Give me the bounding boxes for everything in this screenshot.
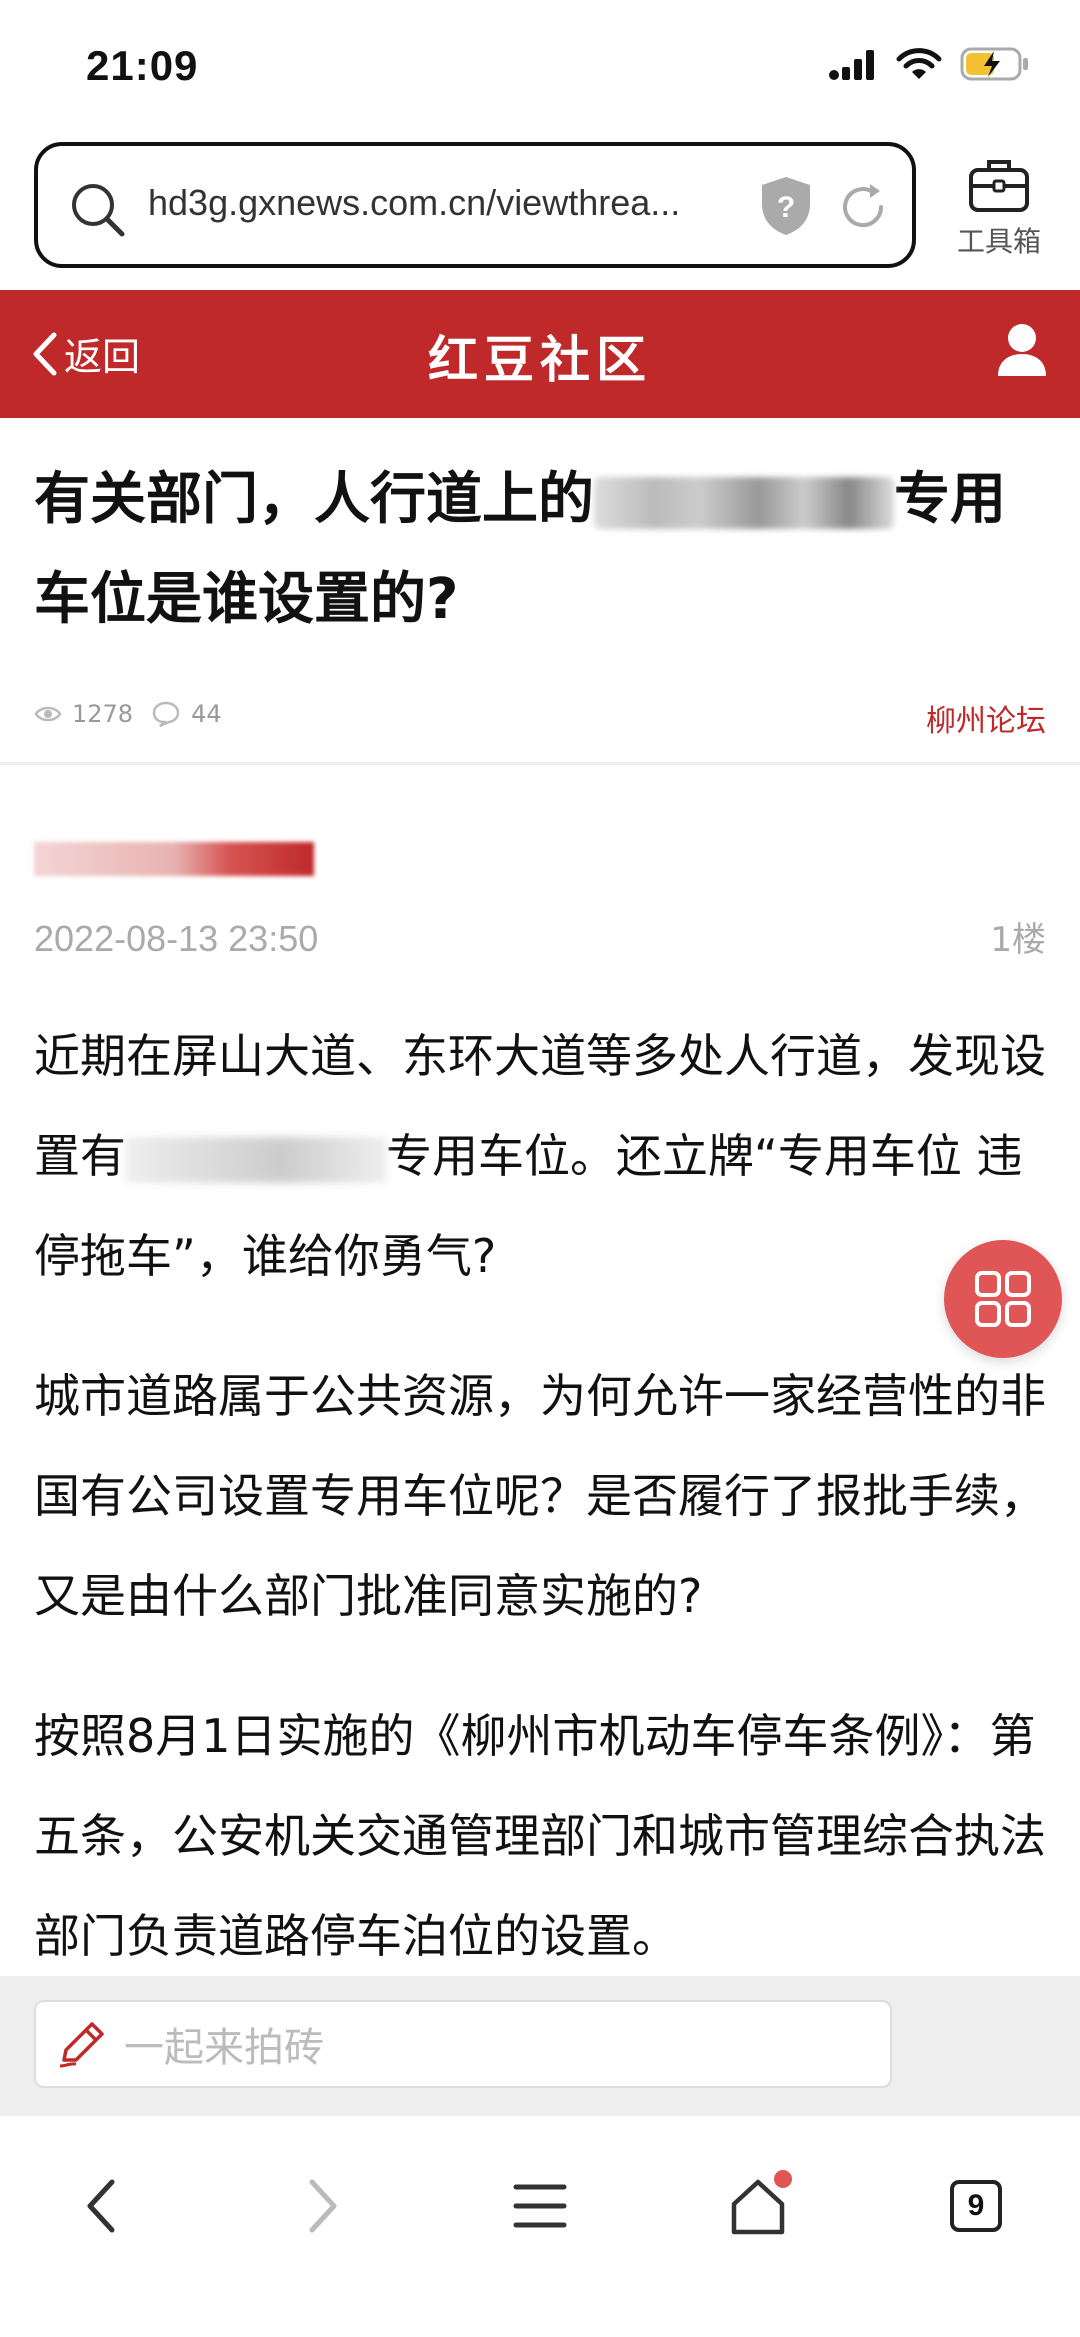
comment-count: 44 xyxy=(191,700,222,728)
comment-icon xyxy=(152,701,180,728)
browser-toolbar: hd3g.gxnews.com.cn/viewthrea... ? 工具箱 xyxy=(0,138,1080,278)
status-bar: 21:09 xyxy=(0,0,1080,130)
search-icon xyxy=(72,184,125,237)
post-paragraph-2: 城市道路属于公共资源，为何允许一家经营性的非国有公司设置专用车位呢？是否履行了报… xyxy=(34,1369,1046,1623)
post-date: 2022-08-13 23:50 xyxy=(34,918,319,959)
nav-forward-button[interactable] xyxy=(272,2166,372,2246)
site-title: 红豆社区 xyxy=(428,331,652,389)
url-text[interactable]: hd3g.gxnews.com.cn/viewthrea... xyxy=(148,182,768,224)
redacted-text-segment xyxy=(126,1136,386,1183)
pencil-icon xyxy=(59,2022,104,2068)
comment-bar: 一起来拍砖 xyxy=(0,1976,1080,2116)
wifi-icon xyxy=(896,48,942,79)
status-time: 21:09 xyxy=(86,42,199,89)
nav-tabs-button[interactable]: 9 xyxy=(926,2166,1026,2246)
security-shield-icon[interactable]: ? xyxy=(758,174,814,238)
comment-input[interactable]: 一起来拍砖 xyxy=(34,2000,892,2088)
redacted-title-segment xyxy=(594,476,894,529)
svg-text:?: ? xyxy=(777,191,795,224)
comment-placeholder: 一起来拍砖 xyxy=(124,2025,324,2071)
menu-icon xyxy=(513,2184,567,2228)
article-stats: 1278 44 xyxy=(34,700,222,728)
nav-back-button[interactable] xyxy=(52,2166,152,2246)
article-title: 有关部门，人行道上的 专用 车位是谁设置的? xyxy=(34,450,1044,650)
nav-home-button[interactable] xyxy=(708,2166,808,2246)
user-icon[interactable] xyxy=(994,320,1050,380)
post-paragraph-1: 近期在屏山大道、东环大道等多处人行道，发现设置有 专用车位。还立牌“专用车位 违停… xyxy=(34,1006,1046,1306)
title-part2: 专用 xyxy=(894,467,1006,532)
title-line2: 车位是谁设置的? xyxy=(34,567,459,632)
eye-icon xyxy=(34,706,62,722)
grid-icon xyxy=(975,1271,1031,1327)
reload-icon[interactable] xyxy=(836,180,890,234)
post-paragraph-3: 按照8月1日实施的《柳州市机动车停车条例》：第五条，公安机关交通管理部门和城市管… xyxy=(34,1709,1046,1963)
nav-menu-button[interactable] xyxy=(490,2166,590,2246)
notification-dot xyxy=(774,2170,792,2188)
title-part1: 有关部门，人行道上的 xyxy=(34,467,594,532)
address-bar[interactable]: hd3g.gxnews.com.cn/viewthrea... ? xyxy=(34,142,916,268)
toolbox-label: 工具箱 xyxy=(956,225,1041,258)
chevron-right-icon xyxy=(309,2179,337,2233)
divider xyxy=(0,762,1080,765)
toolbox-button[interactable]: 工具箱 xyxy=(944,156,1054,260)
chevron-left-icon xyxy=(87,2179,115,2233)
site-header: 返回 红豆社区 xyxy=(0,290,1080,418)
browser-bottom-nav: 9 xyxy=(0,2116,1080,2337)
status-icons xyxy=(828,46,1030,82)
view-count: 1278 xyxy=(72,700,134,728)
forum-link[interactable]: 柳州论坛 xyxy=(926,696,1046,740)
tab-count: 9 xyxy=(950,2180,1002,2232)
floor-number: 1楼 xyxy=(990,920,1046,960)
battery-charging-icon xyxy=(960,47,1028,81)
floating-menu-button[interactable] xyxy=(944,1240,1062,1358)
toolbox-icon xyxy=(969,160,1029,212)
author-name-redacted[interactable] xyxy=(34,842,314,876)
cellular-signal-icon xyxy=(829,50,874,80)
article-meta: 1278 44 柳州论坛 xyxy=(34,696,1046,739)
